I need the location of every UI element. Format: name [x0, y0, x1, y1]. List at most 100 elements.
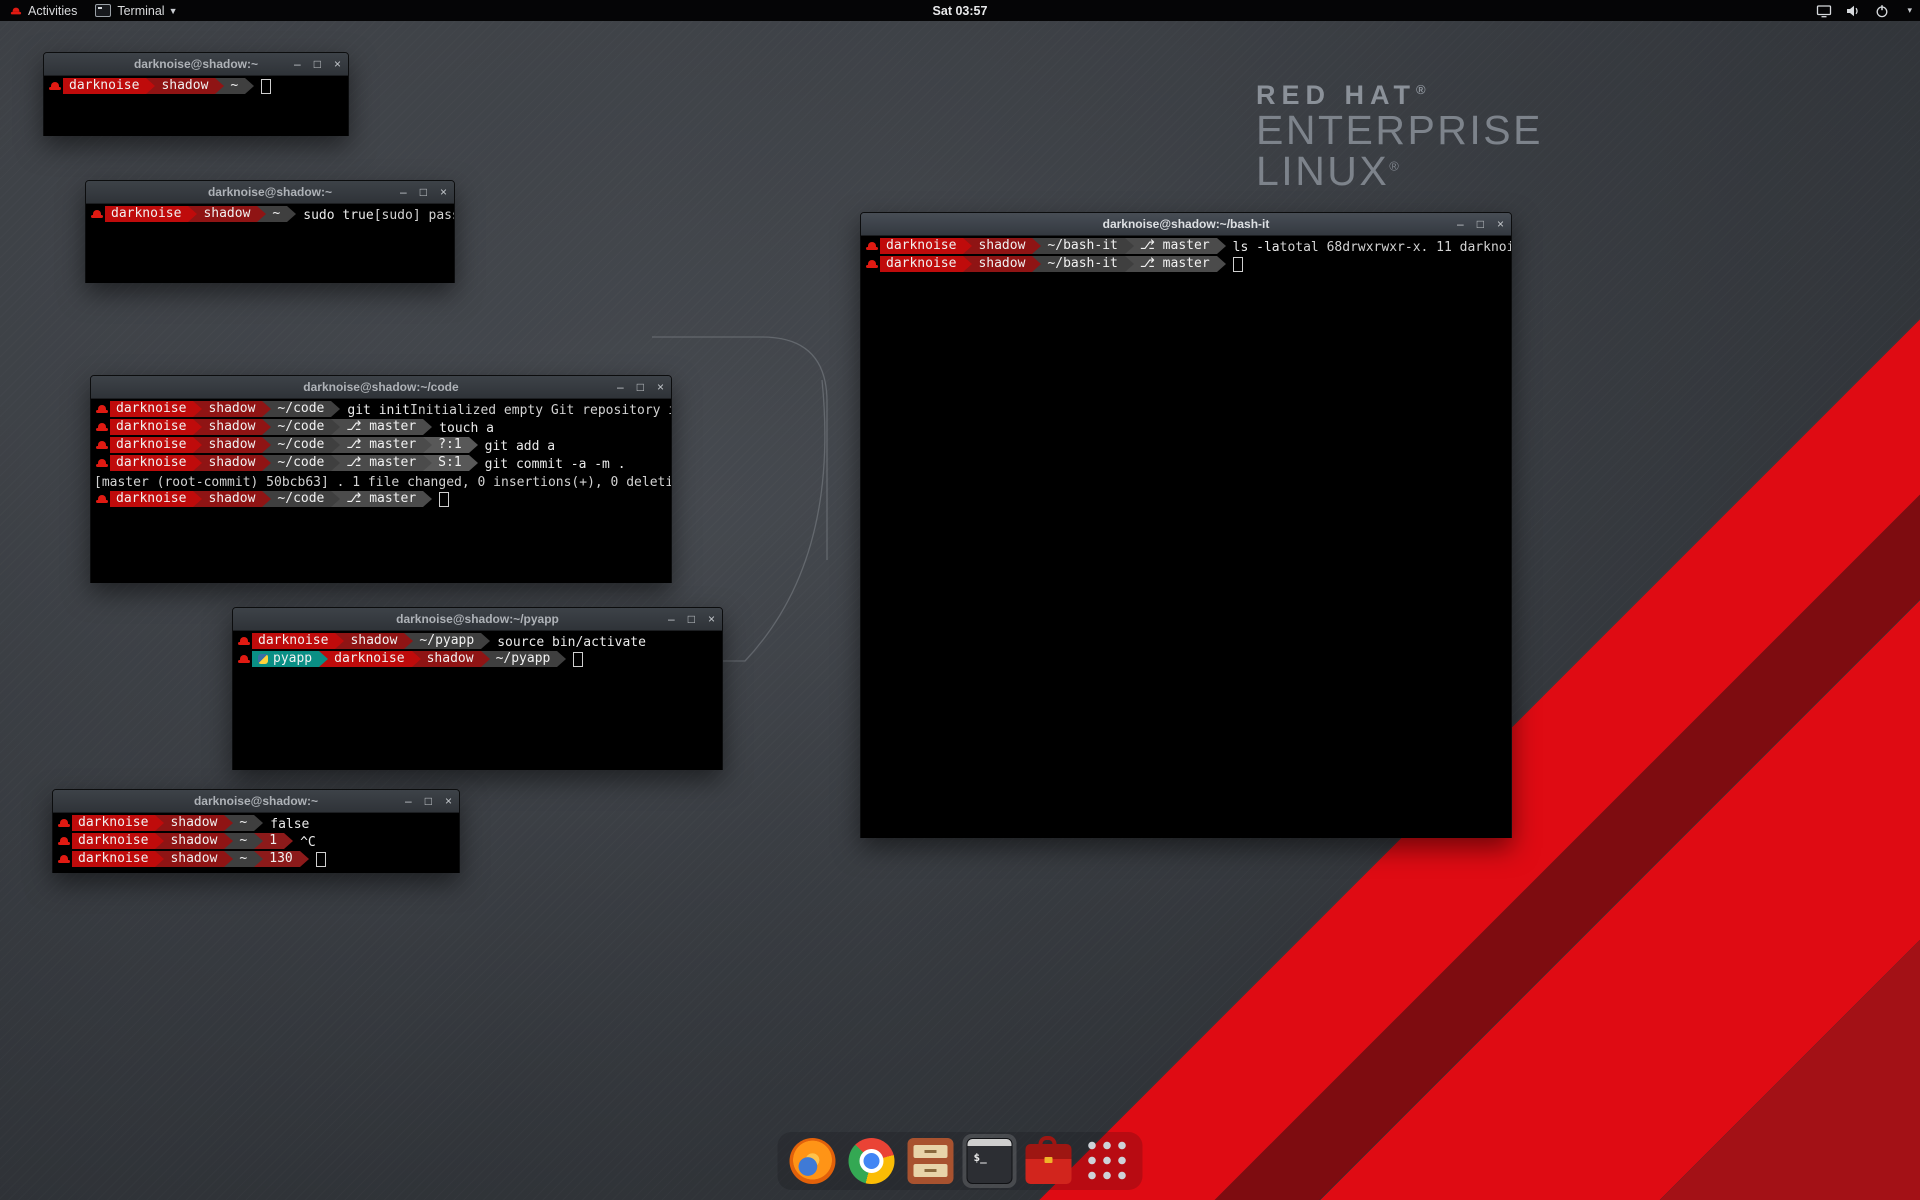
redhat-prompt-icon	[90, 206, 104, 222]
close-button[interactable]: ×	[445, 790, 452, 812]
prompt-segment-user: darknoise	[880, 256, 963, 272]
prompt-segment-path: ~/code	[271, 401, 331, 417]
prompt-segment-host: shadow	[972, 256, 1032, 272]
brand-line-linux: LINUX®	[1256, 151, 1543, 193]
powerline-separator-icon	[300, 851, 309, 867]
titlebar[interactable]: darknoise@shadow:~/pyapp – □ ×	[233, 608, 722, 631]
prompt-segment-git: ⎇ master	[340, 419, 423, 435]
terminal-content[interactable]: darknoiseshadow~sudo true[sudo] password…	[86, 204, 454, 283]
powerline-separator-icon	[1032, 238, 1041, 254]
powerline-separator-icon	[224, 815, 233, 831]
dock-files-icon[interactable]	[908, 1138, 954, 1184]
terminal-content[interactable]: darknoiseshadow~/codegit initInitialized…	[91, 399, 671, 583]
terminal-content[interactable]: darknoiseshadow~/pyappsource bin/activat…	[233, 631, 722, 770]
terminal-text: drwxrwxr-x. 11 darknoise darknoise 4096 …	[1342, 240, 1511, 255]
prompt-segment-user: darknoise	[110, 491, 193, 507]
chrome-icon	[849, 1138, 895, 1184]
prompt-segment-user: darknoise	[105, 206, 188, 222]
dock-app-grid-icon[interactable]	[1085, 1138, 1131, 1184]
powerline-separator-icon	[404, 633, 413, 649]
brand-line-redhat: RED HAT®	[1256, 82, 1543, 110]
toolbox-icon	[1026, 1144, 1072, 1184]
clock[interactable]: Sat 03:57	[933, 4, 988, 18]
minimize-button[interactable]: –	[668, 608, 675, 630]
prompt-segment-git: ⎇ master	[1134, 256, 1217, 272]
terminal-line: darknoiseshadow~	[47, 80, 271, 95]
powerline-separator-icon	[262, 455, 271, 471]
powerline-separator-icon	[257, 206, 266, 222]
maximize-button[interactable]: □	[637, 376, 644, 398]
window-title: darknoise@shadow:~/pyapp	[233, 608, 722, 630]
terminal-window-bash-it: darknoise@shadow:~/bash-it – □ × darknoi…	[860, 212, 1512, 838]
titlebar[interactable]: darknoise@shadow:~ – □ ×	[44, 53, 348, 76]
dock-terminal-icon[interactable]	[967, 1138, 1013, 1184]
maximize-button[interactable]: □	[425, 790, 432, 812]
powerline-separator-icon	[1125, 238, 1134, 254]
firefox-icon	[790, 1138, 836, 1184]
prompt-segment-user: darknoise	[72, 815, 155, 831]
files-icon	[908, 1138, 954, 1184]
close-button[interactable]: ×	[440, 181, 447, 203]
redhat-prompt-icon	[237, 651, 251, 667]
python-icon	[258, 654, 268, 664]
prompt-segment-user: darknoise	[63, 78, 146, 94]
window-title: darknoise@shadow:~/bash-it	[861, 213, 1511, 235]
powerline-separator-icon	[423, 437, 432, 453]
minimize-button[interactable]: –	[400, 181, 407, 203]
close-button[interactable]: ×	[708, 608, 715, 630]
prompt-segment-git: ⎇ master	[340, 455, 423, 471]
close-button[interactable]: ×	[1497, 213, 1504, 235]
terminal-text: ls -la	[1226, 240, 1280, 255]
system-status-area[interactable]: ▾	[1816, 0, 1912, 21]
terminal-line: darknoiseshadow~1^C	[56, 835, 316, 850]
dock-toolbox-icon[interactable]	[1026, 1138, 1072, 1184]
powerline-separator-icon	[262, 419, 271, 435]
powerline-separator-icon	[469, 437, 478, 453]
redhat-prompt-icon	[95, 401, 109, 417]
terminal-line: [master (root-commit) 50bcb63] .	[94, 475, 344, 490]
prompt-segment-path: ~/pyapp	[413, 633, 481, 649]
powerline-separator-icon	[423, 491, 432, 507]
minimize-button[interactable]: –	[617, 376, 624, 398]
terminal-cursor	[316, 852, 326, 867]
titlebar[interactable]: darknoise@shadow:~/bash-it – □ ×	[861, 213, 1511, 236]
dock-firefox-icon[interactable]	[790, 1138, 836, 1184]
dock-chrome-icon[interactable]	[849, 1138, 895, 1184]
maximize-button[interactable]: □	[420, 181, 427, 203]
titlebar[interactable]: darknoise@shadow:~ – □ ×	[53, 790, 459, 813]
titlebar[interactable]: darknoise@shadow:~ – □ ×	[86, 181, 454, 204]
prompt-segment-user: darknoise	[880, 238, 963, 254]
activities-button[interactable]: Activities	[0, 0, 86, 21]
terminal-content[interactable]: darknoiseshadow~	[44, 76, 348, 136]
titlebar[interactable]: darknoise@shadow:~/code – □ ×	[91, 376, 671, 399]
powerline-separator-icon	[262, 437, 271, 453]
prompt-segment-err: 1	[263, 833, 284, 849]
maximize-button[interactable]: □	[314, 53, 321, 75]
prompt-segment-host: shadow	[164, 851, 224, 867]
prompt-segment-user: darknoise	[72, 851, 155, 867]
maximize-button[interactable]: □	[688, 608, 695, 630]
minimize-button[interactable]: –	[405, 790, 412, 812]
close-button[interactable]: ×	[334, 53, 341, 75]
close-button[interactable]: ×	[657, 376, 664, 398]
minimize-button[interactable]: –	[294, 53, 301, 75]
prompt-segment-err: 130	[263, 851, 299, 867]
terminal-content[interactable]: darknoiseshadow~/bash-it⎇ masterls -lato…	[861, 236, 1511, 838]
powerline-separator-icon	[188, 206, 197, 222]
prompt-segment-user: darknoise	[110, 401, 193, 417]
terminal-text: source bin/activate	[490, 635, 646, 650]
powerline-separator-icon	[155, 851, 164, 867]
app-menu-terminal[interactable]: Terminal ▼	[86, 0, 186, 21]
activities-label: Activities	[28, 4, 77, 18]
minimize-button[interactable]: –	[1457, 213, 1464, 235]
powerline-separator-icon	[254, 815, 263, 831]
powerline-separator-icon	[1032, 256, 1041, 272]
powerline-separator-icon	[245, 78, 254, 94]
maximize-button[interactable]: □	[1477, 213, 1484, 235]
registered-mark: ®	[1416, 82, 1426, 97]
terminal-cursor	[573, 652, 583, 667]
terminal-text: Initialized empty Git repository in /hom…	[410, 403, 671, 418]
terminal-content[interactable]: darknoiseshadow~falsedarknoiseshadow~1^C…	[53, 813, 459, 873]
powerline-separator-icon	[1217, 256, 1226, 272]
terminal-window-sudo: darknoise@shadow:~ – □ × darknoiseshadow…	[85, 180, 455, 283]
